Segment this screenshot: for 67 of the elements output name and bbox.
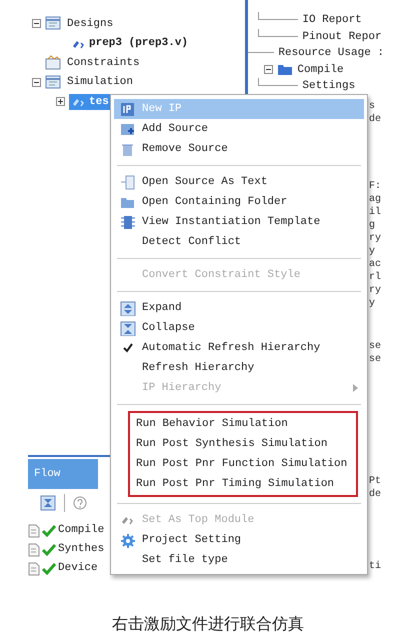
menu-item[interactable]: Expand: [114, 298, 364, 318]
folder-list-icon: [45, 16, 61, 32]
text-fragment: de: [369, 488, 382, 501]
text-fragment: ti: [369, 560, 382, 573]
menu-item[interactable]: Refresh Hierarchy: [114, 358, 364, 378]
menu-item[interactable]: Run Post Pnr Timing Simulation: [130, 474, 356, 494]
tree-item[interactable]: Designs: [65, 16, 116, 32]
menu-item[interactable]: Remove Source: [114, 139, 364, 159]
collapse-toggle-icon: [264, 65, 274, 74]
report-item[interactable]: Pinout Repor: [302, 28, 382, 45]
menu-item[interactable]: Run Behavior Simulation: [130, 414, 356, 434]
menu-item[interactable]: Run Post Pnr Function Simulation: [130, 454, 356, 474]
text-fragment: ry: [369, 232, 382, 245]
report-item[interactable]: Resource Usage :: [278, 45, 384, 62]
tree-item[interactable]: Constraints: [65, 54, 142, 71]
report-item[interactable]: Compile: [297, 62, 344, 78]
file-icon: [28, 562, 40, 576]
add-source-icon: [120, 122, 136, 136]
menu-item[interactable]: View Instantiation Template: [114, 212, 364, 232]
collapse-icon: [40, 495, 56, 511]
gear-icon: [120, 532, 136, 548]
text-fragment: F:: [369, 180, 382, 193]
menu-item[interactable]: Set file type: [114, 550, 364, 570]
text-fragment: ag: [369, 193, 382, 206]
text-fragment: s: [369, 100, 376, 113]
flow-step[interactable]: Compile: [58, 522, 104, 539]
text-fragment: ry: [369, 284, 382, 297]
menu-item[interactable]: Run Post Synthesis Simulation: [130, 434, 356, 454]
menu-item[interactable]: Automatic Refresh Hierarchy: [114, 338, 364, 358]
text-fragment: y: [369, 245, 376, 258]
text-fragment: ac: [369, 258, 382, 271]
report-item[interactable]: Settings: [302, 78, 356, 94]
flow-step[interactable]: Synthes: [58, 541, 104, 558]
text-fragment: y: [369, 297, 376, 310]
menu-item[interactable]: Collapse: [114, 318, 364, 338]
tree-line: [258, 78, 298, 86]
trash-icon: [120, 142, 136, 156]
folder-icon: [277, 63, 294, 76]
constraints-icon: [45, 55, 61, 70]
tree-item[interactable]: prep3 (prep3.v): [69, 35, 190, 52]
menu-item[interactable]: Open Containing Folder: [114, 192, 364, 212]
text-fragment: il: [369, 206, 382, 219]
expand-icon: [120, 300, 136, 316]
file-icon: [28, 524, 40, 538]
report-item[interactable]: IO Report: [302, 12, 362, 28]
text-fragment: g: [369, 219, 376, 232]
folder-list-icon: [45, 74, 61, 90]
text-fragment: se: [369, 353, 382, 366]
menu-item[interactable]: Detect Conflict: [114, 232, 364, 252]
menu-item[interactable]: Add Source: [114, 119, 364, 139]
menu-item[interactable]: Project Setting: [114, 530, 364, 550]
figure-caption: 右击激励文件进行联合仿真: [111, 613, 305, 635]
help-icon: [73, 496, 87, 510]
tree-item[interactable]: Simulation: [65, 74, 136, 90]
menu-item[interactable]: Open Source As Text: [114, 172, 364, 192]
text-fragment: Pt: [369, 475, 382, 488]
tree-line: [258, 28, 298, 37]
ip-icon: [120, 102, 136, 116]
text-fragment: de: [369, 113, 382, 126]
collapse-icon: [120, 320, 136, 336]
file-icon: [28, 542, 40, 556]
tree-line: [258, 12, 298, 20]
chip-icon: [120, 214, 136, 230]
text-fragment: se: [369, 340, 382, 353]
flow-step[interactable]: Device: [58, 560, 98, 577]
document-icon: [120, 174, 136, 190]
text-fragment: rl: [369, 271, 382, 284]
